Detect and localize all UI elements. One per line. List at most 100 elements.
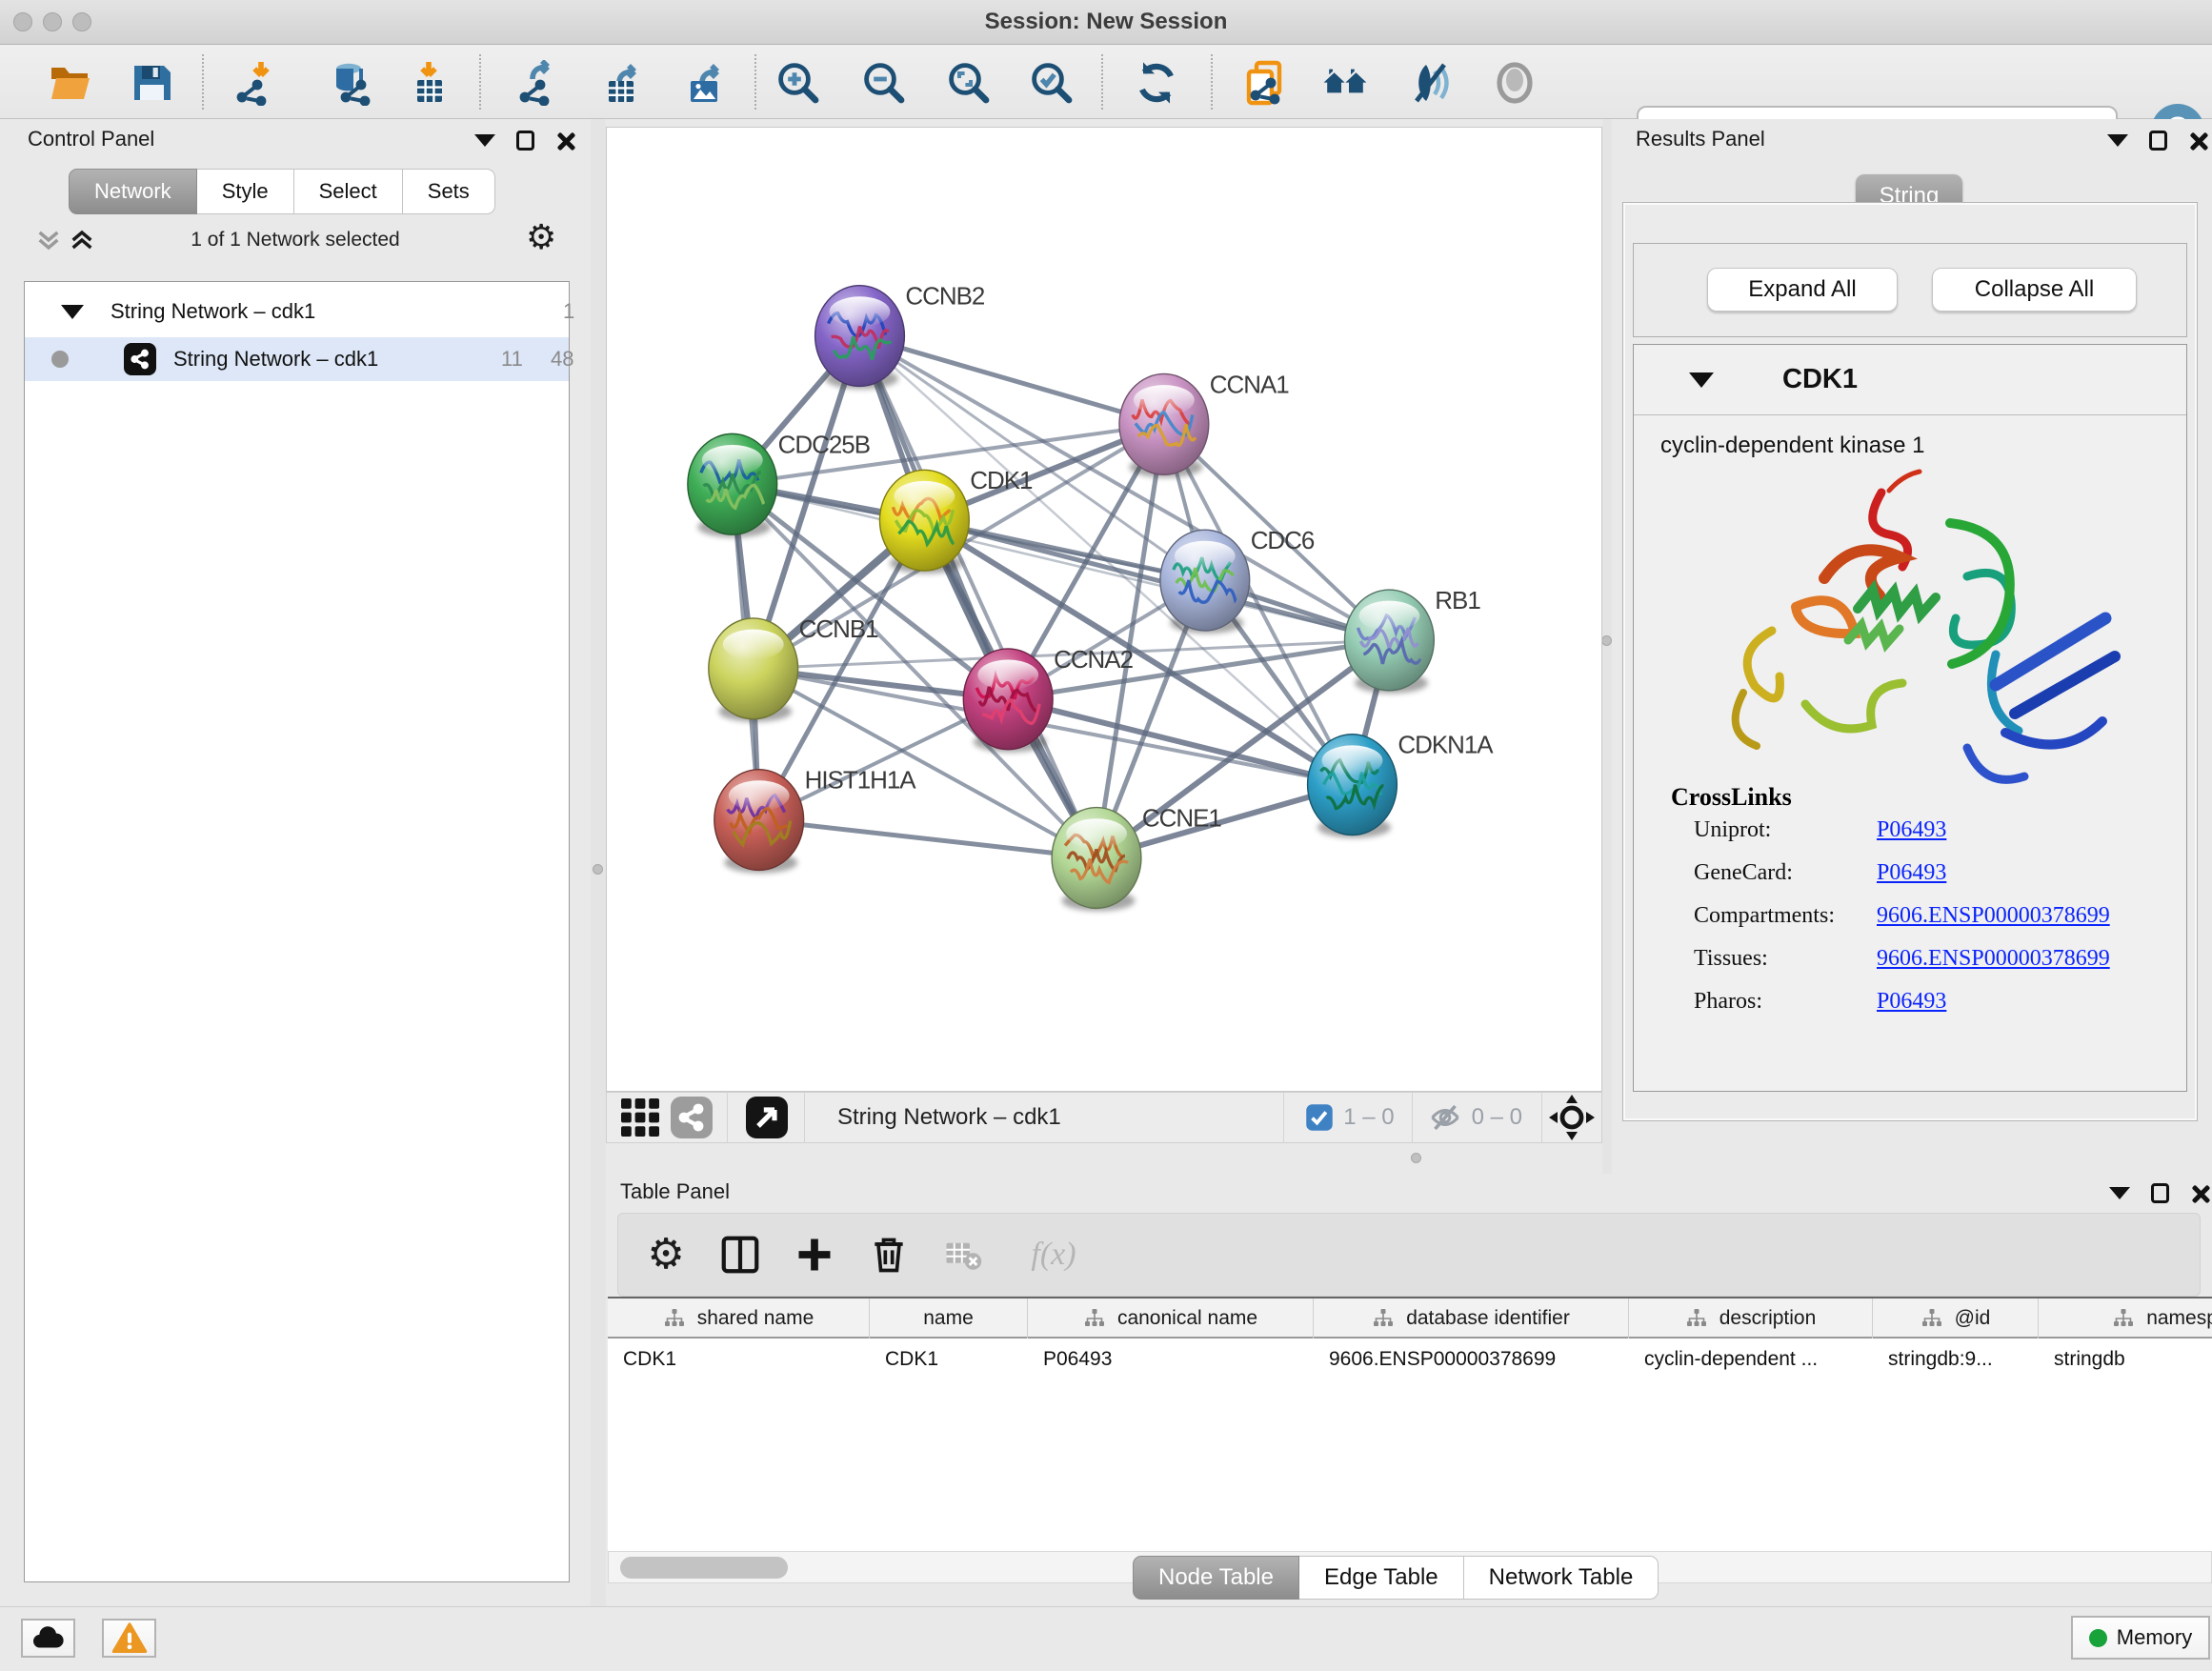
- edge-HIST1H1A-CCNE1[interactable]: [759, 820, 1096, 858]
- node-CDK1[interactable]: CDK1: [879, 468, 1033, 574]
- column-header-namespace[interactable]: namespace: [2039, 1299, 2212, 1339]
- table-cell[interactable]: P06493: [1028, 1340, 1314, 1379]
- network-view: CCNB2CCNA1CDC25BCDK1CDC6RB1CCNB1CCNA2CDK…: [606, 119, 1602, 1174]
- show-columns-icon[interactable]: [714, 1228, 767, 1281]
- warnings-button[interactable]: [102, 1619, 156, 1658]
- grid-view-icon[interactable]: [614, 1092, 666, 1143]
- import-table-button[interactable]: [403, 57, 454, 109]
- add-column-icon[interactable]: [788, 1228, 841, 1281]
- network-canvas[interactable]: CCNB2CCNA1CDC25BCDK1CDC6RB1CCNB1CCNA2CDK…: [606, 127, 1602, 1092]
- collapse-all-button[interactable]: Collapse All: [1932, 268, 2137, 312]
- crosslink-row: Tissues: 9606.ENSP00000378699: [1694, 946, 2170, 989]
- results-panel-collapse-button[interactable]: [2107, 134, 2128, 147]
- zoom-selected-button[interactable]: [1026, 57, 1077, 109]
- export-table-button[interactable]: [599, 57, 651, 109]
- table-cell[interactable]: 9606.ENSP00000378699: [1314, 1340, 1629, 1379]
- tissues-link[interactable]: 9606.ENSP00000378699: [1877, 946, 2110, 972]
- presentation-mode-icon: [1492, 60, 1538, 106]
- table-toolbar: ⚙ f(x): [617, 1213, 2201, 1297]
- scrollbar-thumb[interactable]: [620, 1557, 788, 1579]
- fit-selected-crosshair-icon[interactable]: [1546, 1092, 1598, 1143]
- string-home-button[interactable]: [1319, 57, 1371, 109]
- table-panel-collapse-button[interactable]: [2109, 1187, 2130, 1199]
- column-header-database-identifier[interactable]: database identifier: [1314, 1299, 1629, 1339]
- table-cell[interactable]: CDK1: [870, 1340, 1028, 1379]
- import-database-button[interactable]: [326, 57, 377, 109]
- table-cell[interactable]: CDK1: [608, 1340, 870, 1379]
- clone-network-button[interactable]: [1239, 57, 1291, 109]
- network-options-gear-icon[interactable]: ⚙: [526, 221, 556, 255]
- clear-table-icon-disabled: [936, 1228, 990, 1281]
- node-HIST1H1A[interactable]: HIST1H1A: [714, 768, 916, 874]
- save-session-icon: [129, 60, 174, 106]
- zoom-fit-button[interactable]: [943, 57, 995, 109]
- table-panel: Table Panel ⚙ f(x): [606, 1174, 2212, 1606]
- tab-edge-table[interactable]: Edge Table: [1299, 1556, 1464, 1600]
- collapse-entry-icon[interactable]: [1689, 372, 1714, 388]
- network-row-selected[interactable]: String Network – cdk1 11 48: [25, 337, 569, 381]
- pharos-link[interactable]: P06493: [1877, 989, 1946, 1015]
- column-header-canonical-name[interactable]: canonical name: [1028, 1299, 1314, 1339]
- tab-network-table[interactable]: Network Table: [1464, 1556, 1659, 1600]
- memory-button[interactable]: Memory: [2071, 1616, 2210, 1660]
- tab-sets[interactable]: Sets: [403, 169, 495, 214]
- table-panel-close-button[interactable]: [2190, 1184, 2209, 1203]
- control-panel-float-button[interactable]: [516, 131, 534, 151]
- string-style-icon[interactable]: [666, 1092, 717, 1143]
- delete-column-icon[interactable]: [862, 1228, 915, 1281]
- table-cell[interactable]: stringdb:9...: [1873, 1340, 2039, 1379]
- zoom-out-button[interactable]: [858, 57, 910, 109]
- node-CCNE1[interactable]: CCNE1: [1052, 806, 1221, 912]
- horizontal-splitter[interactable]: [606, 1143, 1602, 1174]
- refresh-button[interactable]: [1131, 57, 1182, 109]
- expand-all-button[interactable]: Expand All: [1707, 268, 1898, 312]
- column-header-description[interactable]: description: [1629, 1299, 1873, 1339]
- column-type-icon: [1083, 1307, 1106, 1330]
- edge-CDC25B-CDC6[interactable]: [733, 484, 1205, 580]
- network-collection-row[interactable]: String Network – cdk1 1: [25, 290, 569, 333]
- import-network-button[interactable]: [230, 57, 281, 109]
- tab-node-table[interactable]: Node Table: [1133, 1556, 1299, 1600]
- zoom-in-button[interactable]: [773, 57, 824, 109]
- table-panel-float-button[interactable]: [2151, 1183, 2169, 1203]
- tab-select[interactable]: Select: [294, 169, 403, 214]
- table-tabs: Node Table Edge Table Network Table: [1133, 1556, 1659, 1600]
- selected-checkbox-icon[interactable]: [1305, 1103, 1334, 1132]
- node-CDKN1A[interactable]: CDKN1A: [1308, 733, 1495, 838]
- table-cell[interactable]: stringdb: [2039, 1340, 2212, 1379]
- table-row[interactable]: CDK1CDK1P064939606.ENSP00000378699cyclin…: [608, 1340, 2212, 1379]
- birdseye-view-icon[interactable]: [741, 1092, 793, 1143]
- genecard-link[interactable]: P06493: [1877, 860, 1946, 886]
- results-panel-close-button[interactable]: [2188, 131, 2207, 151]
- import-database-icon: [329, 60, 374, 106]
- node-RB1[interactable]: RB1: [1345, 588, 1481, 694]
- node-result-header[interactable]: CDK1: [1634, 345, 2186, 415]
- export-network-button[interactable]: [514, 57, 566, 109]
- tree-expander-icon[interactable]: [61, 305, 84, 319]
- column-header-name[interactable]: name: [870, 1299, 1028, 1339]
- compartments-link[interactable]: 9606.ENSP00000378699: [1877, 903, 2110, 929]
- edge-CCNB2-CCNA1[interactable]: [860, 336, 1164, 425]
- results-panel-float-button[interactable]: [2149, 131, 2167, 151]
- presentation-mode-button[interactable]: [1489, 57, 1540, 109]
- uniprot-link[interactable]: P06493: [1877, 817, 1946, 843]
- column-header-@id[interactable]: @id: [1873, 1299, 2039, 1339]
- cloud-status-button[interactable]: [21, 1619, 75, 1658]
- export-image-button[interactable]: [680, 57, 732, 109]
- table-settings-gear-icon[interactable]: ⚙: [639, 1228, 693, 1281]
- node-table[interactable]: shared namename canonical name database …: [608, 1297, 2212, 1551]
- tab-network[interactable]: Network: [69, 169, 197, 214]
- memory-status-dot: [2089, 1629, 2107, 1647]
- open-session-button[interactable]: [45, 57, 96, 109]
- column-type-icon: [1685, 1307, 1708, 1330]
- left-splitter[interactable]: [591, 119, 606, 1606]
- crosslink-row: Pharos: P06493: [1694, 989, 2170, 1032]
- save-session-button[interactable]: [126, 57, 177, 109]
- column-header-shared-name[interactable]: shared name: [608, 1299, 870, 1339]
- import-table-icon: [406, 60, 452, 106]
- control-panel-collapse-button[interactable]: [474, 134, 495, 147]
- control-panel-close-button[interactable]: [555, 131, 574, 151]
- tab-style[interactable]: Style: [197, 169, 294, 214]
- table-cell[interactable]: cyclin-dependent ...: [1629, 1340, 1873, 1379]
- hide-panels-button[interactable]: [1406, 57, 1458, 109]
